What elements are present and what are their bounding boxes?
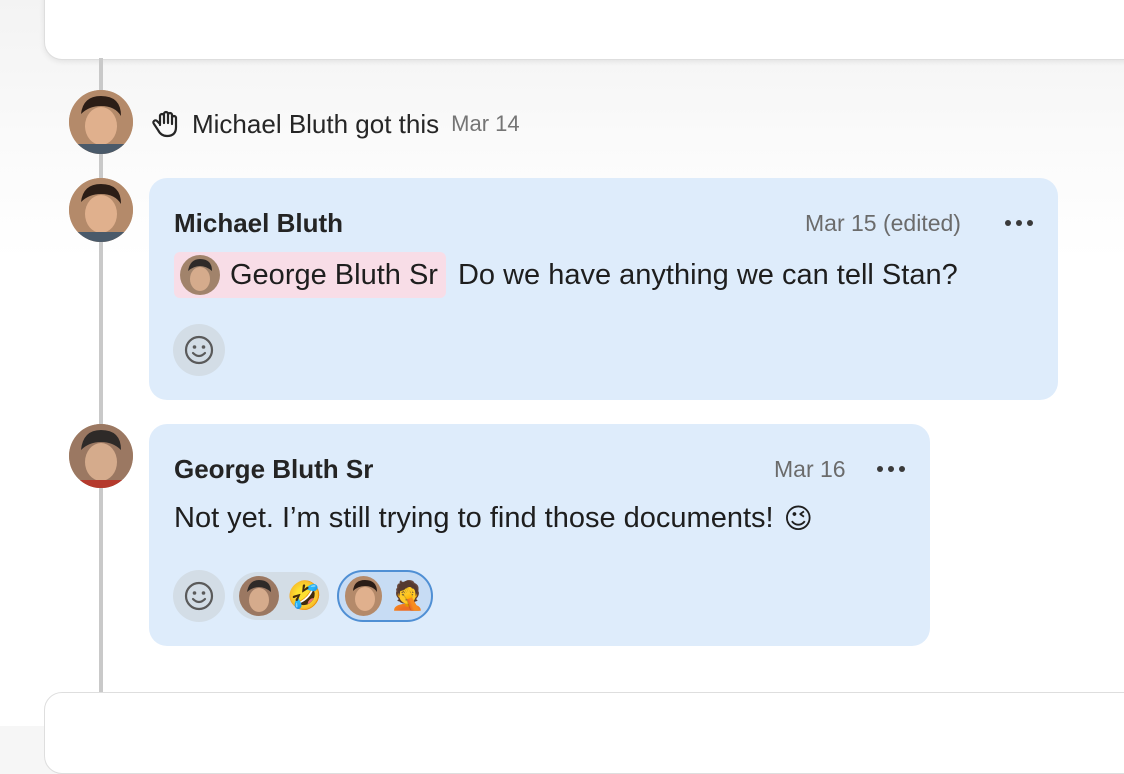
reaction-pill-selected[interactable]: 🤦 — [337, 570, 433, 622]
comment-body: George Bluth Sr Do we have anything we c… — [174, 252, 958, 298]
avatar — [69, 178, 133, 242]
comment-author: Michael Bluth — [174, 208, 344, 238]
avatar — [69, 90, 133, 154]
next-card — [44, 692, 1124, 774]
more-options-button[interactable] — [877, 454, 905, 484]
comment-text: Not yet. I’m still trying to find those … — [174, 502, 774, 534]
mention-avatar — [180, 255, 220, 295]
comment-card: George Bluth Sr Mar 16 Not yet. I’m stil… — [149, 424, 930, 646]
mention-label: George Bluth Sr — [230, 258, 438, 291]
smiley-icon — [184, 335, 214, 365]
more-options-button[interactable] — [1005, 208, 1033, 238]
wink-emoji: 😉 — [783, 501, 813, 535]
add-reaction-button[interactable] — [173, 570, 225, 622]
comment-text: Do we have anything we can tell Stan? — [457, 258, 958, 291]
event-date: Mar 14 — [451, 111, 520, 136]
comment-body: Not yet. I’m still trying to find those … — [174, 502, 813, 535]
comment-card: Michael Bluth Mar 15 (edited) George Blu… — [149, 178, 1058, 400]
smiley-icon — [184, 581, 214, 611]
reaction-emoji: 🤦 — [390, 579, 425, 612]
reaction-avatar — [239, 576, 279, 616]
assignment-event: Michael Bluth got this Mar 14 — [150, 104, 520, 144]
user-mention[interactable]: George Bluth Sr — [174, 252, 446, 298]
reaction-pill[interactable]: 🤣 — [233, 572, 329, 620]
comment-date: Mar 16 — [774, 456, 846, 482]
comment-author: George Bluth Sr — [174, 454, 374, 484]
previous-card — [44, 0, 1124, 60]
add-reaction-button[interactable] — [173, 324, 225, 376]
reaction-avatar — [345, 576, 383, 616]
comment-date: Mar 15 (edited) — [805, 210, 961, 236]
hand-icon — [152, 110, 178, 138]
reaction-emoji: 🤣 — [287, 579, 322, 612]
avatar — [69, 424, 133, 488]
event-text: Michael Bluth got this — [192, 108, 440, 139]
